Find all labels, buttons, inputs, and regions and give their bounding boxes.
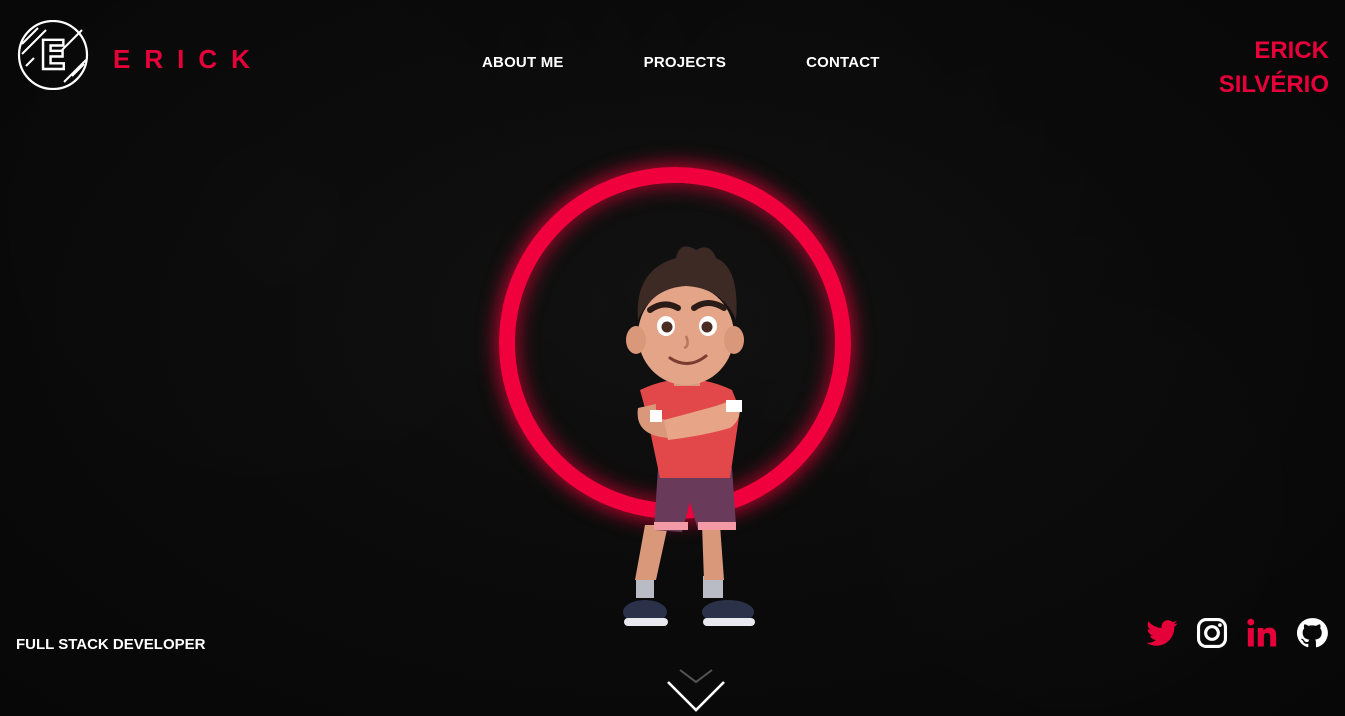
github-icon [1296,618,1328,648]
twitter-icon [1146,620,1178,646]
brand-wordmark[interactable]: ERICK [113,44,264,75]
github-link[interactable] [1295,615,1329,651]
nav-about-me[interactable]: ABOUT ME [482,54,564,71]
owner-first-name: ERICK [1254,37,1329,64]
logo-emblem[interactable]: E [16,19,90,91]
nav-contact[interactable]: CONTACT [806,54,880,71]
logo-letter: E [39,33,66,79]
twitter-link[interactable] [1145,615,1179,651]
linkedin-link[interactable] [1245,615,1279,651]
main-nav: ABOUT ME PROJECTS CONTACT [482,54,880,71]
instagram-icon [1196,617,1228,649]
role-title: FULL STACK DEVELOPER [16,636,206,653]
avatar-character [623,246,755,626]
site-header: E ERICK ABOUT ME PROJECTS CONTACT ERICK … [0,0,1345,120]
scroll-down-icon[interactable] [666,668,726,714]
social-links [1145,615,1329,651]
owner-name: ERICK SILVÉRIO [1219,34,1329,102]
instagram-link[interactable] [1195,615,1229,651]
linkedin-icon [1247,618,1277,647]
nav-projects[interactable]: PROJECTS [644,54,726,71]
owner-last-name: SILVÉRIO [1218,71,1329,98]
logo-icon: E [17,19,89,91]
